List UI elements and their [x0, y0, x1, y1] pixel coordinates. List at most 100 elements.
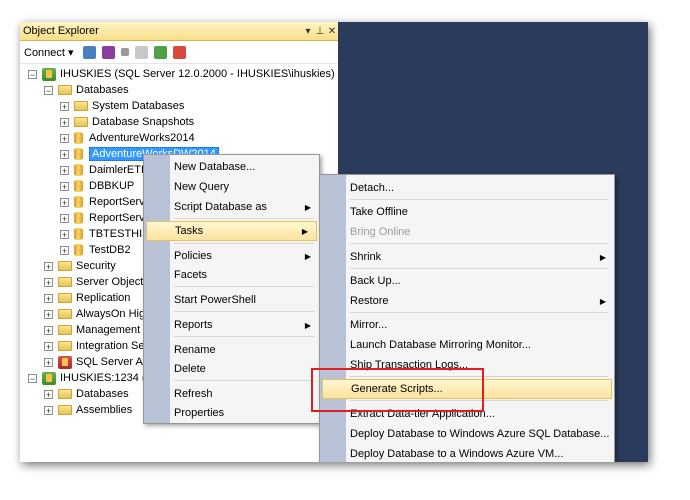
menu-item-facets[interactable]: Facets: [144, 265, 319, 285]
menu-item-tasks[interactable]: Tasks ▶: [146, 221, 317, 241]
tree-node-security[interactable]: + Security: [44, 258, 116, 274]
disconnect-icon[interactable]: [101, 45, 115, 59]
tree-node-database[interactable]: + DaimlerETL: [60, 162, 147, 178]
tree-node-label: Replication: [76, 292, 131, 304]
menu-item-properties[interactable]: Properties: [144, 403, 319, 423]
menu-item-take-offline[interactable]: Take Offline: [320, 202, 614, 222]
tree-node-system-databases[interactable]: + System Databases: [60, 98, 184, 114]
tree-node-label: Security: [76, 260, 116, 272]
tree-node-label: AlwaysOn High: [76, 308, 152, 320]
folder-icon: [58, 85, 72, 95]
expand-icon[interactable]: +: [60, 213, 69, 223]
expand-icon[interactable]: +: [44, 293, 53, 303]
tree-node-server[interactable]: − IHUSKIES (SQL Server 12.0.2000 - IHUSK…: [28, 66, 335, 82]
folder-icon: [58, 389, 72, 399]
connect-button[interactable]: Connect ▾: [24, 46, 74, 59]
menu-separator: [174, 336, 314, 337]
menu-item-new-database[interactable]: New Database...: [144, 157, 319, 177]
tree-node-database[interactable]: + DBBKUP: [60, 178, 134, 194]
menu-item-policies[interactable]: Policies ▶: [144, 246, 319, 266]
tree-node-database[interactable]: + ReportServer: [60, 194, 154, 210]
menu-item-deploy-azure-vm[interactable]: Deploy Database to a Windows Azure VM...: [320, 444, 614, 462]
tree-node-label: IHUSKIES (SQL Server 12.0.2000 - IHUSKIE…: [60, 68, 335, 80]
expand-icon[interactable]: +: [44, 325, 53, 335]
menu-separator: [174, 380, 314, 381]
close-icon[interactable]: ✕: [326, 26, 338, 37]
filter-icon[interactable]: [134, 45, 148, 59]
menu-item-new-query[interactable]: New Query: [144, 177, 319, 197]
menu-item-label: Deploy Database to Windows Azure SQL Dat…: [350, 428, 610, 440]
menu-item-deploy-azure-sql[interactable]: Deploy Database to Windows Azure SQL Dat…: [320, 424, 614, 444]
expand-icon[interactable]: +: [44, 341, 53, 351]
tree-node-integration-services[interactable]: + Integration Ser: [44, 338, 148, 354]
activity-monitor-icon[interactable]: [172, 45, 186, 59]
collapse-icon[interactable]: −: [28, 373, 37, 383]
collapse-icon[interactable]: −: [44, 85, 53, 95]
stop-icon[interactable]: [120, 48, 129, 56]
database-icon: [74, 196, 83, 208]
object-explorer-titlebar: Object Explorer ▾ ⊥ ✕: [20, 22, 338, 41]
menu-item-launch-mirroring-monitor[interactable]: Launch Database Mirroring Monitor...: [320, 335, 614, 355]
expand-icon[interactable]: +: [44, 261, 53, 271]
menu-item-delete[interactable]: Delete: [144, 359, 319, 379]
database-icon: [74, 180, 83, 192]
tree-node-database-snapshots[interactable]: + Database Snapshots: [60, 114, 194, 130]
menu-item-label: Shrink: [350, 251, 382, 263]
tree-node-database[interactable]: + AdventureWorks2014: [60, 130, 195, 146]
collapse-icon[interactable]: −: [28, 69, 37, 79]
tree-node-databases[interactable]: − Databases: [44, 82, 129, 98]
tree-node-sql-agent[interactable]: + SQL Server Age: [44, 354, 155, 370]
expand-icon[interactable]: +: [60, 181, 69, 191]
expand-icon[interactable]: +: [60, 197, 69, 207]
tree-node-alwayson[interactable]: + AlwaysOn High: [44, 306, 151, 322]
expand-icon[interactable]: +: [60, 229, 69, 239]
refresh-icon[interactable]: [153, 45, 167, 59]
tree-node-assemblies[interactable]: + Assemblies: [44, 402, 132, 418]
tree-node-database[interactable]: + TBTESTHIS: [60, 226, 150, 242]
menu-separator: [174, 243, 314, 244]
expand-icon[interactable]: +: [44, 277, 53, 287]
tree-node-database[interactable]: + TestDB2: [60, 242, 131, 258]
menu-item-label: Bring Online: [350, 226, 411, 238]
expand-icon[interactable]: +: [60, 245, 69, 255]
expand-icon[interactable]: +: [44, 357, 53, 367]
menu-item-refresh[interactable]: Refresh: [144, 384, 319, 404]
tree-node-database[interactable]: + ReportServer: [60, 210, 154, 226]
menu-item-back-up[interactable]: Back Up...: [320, 271, 614, 291]
expand-icon[interactable]: +: [60, 117, 69, 127]
tree-node-server-objects[interactable]: + Server Objects: [44, 274, 149, 290]
expand-icon[interactable]: +: [44, 405, 53, 415]
tree-node-label: TestDB2: [89, 244, 131, 256]
menu-item-mirror[interactable]: Mirror...: [320, 315, 614, 335]
folder-icon: [74, 101, 88, 111]
expand-icon[interactable]: +: [60, 149, 69, 159]
expand-icon[interactable]: +: [60, 133, 69, 143]
menu-item-start-powershell[interactable]: Start PowerShell: [144, 290, 319, 310]
folder-icon: [58, 309, 72, 319]
expand-icon[interactable]: +: [44, 309, 53, 319]
expand-icon[interactable]: +: [60, 165, 69, 175]
tree-node-server-2[interactable]: − IHUSKIES:1234 (Mi: [28, 370, 157, 386]
menu-item-reports[interactable]: Reports ▶: [144, 315, 319, 335]
menu-item-shrink[interactable]: Shrink ▶: [320, 247, 614, 267]
menu-item-label: Rename: [174, 344, 216, 356]
dropdown-icon[interactable]: ▾: [302, 26, 314, 37]
expand-icon[interactable]: +: [60, 101, 69, 111]
menu-item-label: Back Up...: [350, 275, 401, 287]
menu-item-script-database-as[interactable]: Script Database as ▶: [144, 197, 319, 217]
menu-item-label: Delete: [174, 363, 206, 375]
menu-item-label: Mirror...: [350, 319, 388, 331]
menu-item-detach[interactable]: Detach...: [320, 178, 614, 198]
menu-item-label: Launch Database Mirroring Monitor...: [350, 339, 531, 351]
pin-icon[interactable]: ⊥: [314, 26, 326, 37]
menu-item-rename[interactable]: Rename: [144, 340, 319, 360]
tree-node-databases-2[interactable]: + Databases: [44, 386, 129, 402]
database-icon: [74, 212, 83, 224]
menu-separator: [174, 286, 314, 287]
tree-node-replication[interactable]: + Replication: [44, 290, 130, 306]
tree-node-management[interactable]: + Management: [44, 322, 140, 338]
submenu-arrow-icon: ▶: [304, 251, 311, 261]
connect-server-icon[interactable]: [82, 45, 96, 59]
expand-icon[interactable]: +: [44, 389, 53, 399]
menu-item-restore[interactable]: Restore ▶: [320, 291, 614, 311]
